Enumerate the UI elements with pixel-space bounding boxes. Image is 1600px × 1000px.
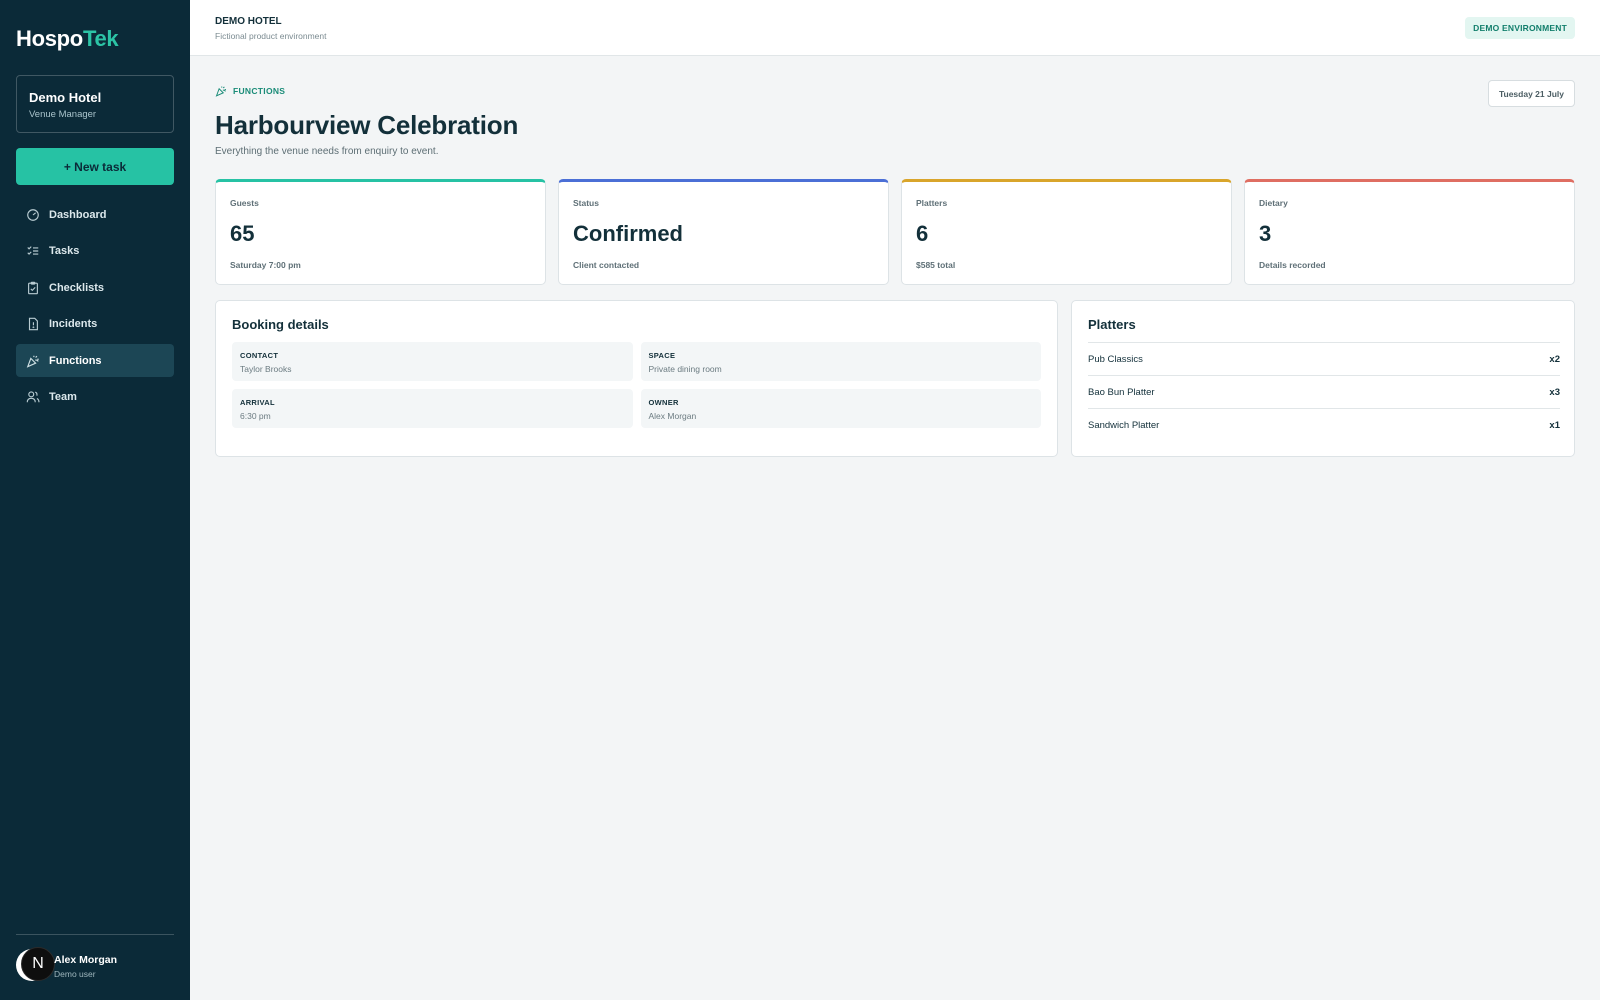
- header-subtitle: Fictional product environment: [215, 31, 327, 41]
- sidebar-item-functions[interactable]: Functions: [16, 344, 174, 377]
- detail-value: Private dining room: [648, 364, 722, 374]
- platter-list: Pub Classics x2 Bao Bun Platter x3 Sandw…: [1088, 342, 1560, 441]
- section-label: FUNCTIONS: [215, 85, 285, 97]
- page-title: Harbourview Celebration: [215, 110, 519, 140]
- user-profile[interactable]: N Alex Morgan Demo user: [16, 934, 174, 984]
- sidebar-item-label: Dashboard: [49, 208, 107, 221]
- platters-panel: Platters Pub Classics x2 Bao Bun Platter…: [1071, 300, 1575, 457]
- sidebar-item-dashboard[interactable]: Dashboard: [16, 198, 174, 231]
- sidebar-item-label: Incidents: [49, 318, 98, 330]
- venue-switcher[interactable]: Demo Hotel Venue Manager: [16, 75, 174, 133]
- venue-name: Demo Hotel: [29, 90, 102, 105]
- detail-key: CONTACT: [240, 351, 279, 360]
- new-task-button[interactable]: + New task: [16, 148, 174, 185]
- list-item: Pub Classics x2: [1088, 342, 1560, 375]
- platter-quantity: x3: [1549, 386, 1560, 398]
- brand-logo[interactable]: HospoTek: [16, 26, 119, 52]
- stat-label: Guests: [230, 198, 259, 208]
- environment-badge: DEMO ENVIRONMENT: [1465, 17, 1575, 39]
- sidebar-item-checklists[interactable]: Checklists: [16, 271, 174, 304]
- list-item: Sandwich Platter x1: [1088, 408, 1560, 441]
- detail-space: SPACE Private dining room: [640, 342, 1041, 381]
- list-item: Bao Bun Platter x3: [1088, 375, 1560, 408]
- stat-value: 3: [1259, 221, 1272, 246]
- booking-detail-grid: CONTACT Taylor Brooks SPACE Private dini…: [232, 342, 1041, 428]
- sidebar-item-label: Checklists: [49, 281, 105, 294]
- brand-name-part2: Tek: [82, 26, 119, 51]
- stat-card-platters: Platters 6 $585 total: [901, 179, 1232, 285]
- stat-card-dietary: Dietary 3 Details recorded: [1244, 179, 1575, 285]
- user-name: Alex Morgan: [54, 954, 118, 966]
- sidebar-item-incidents[interactable]: Incidents: [16, 308, 174, 341]
- stat-label: Platters: [916, 198, 948, 208]
- brand-name-part1: Hospo: [16, 26, 83, 51]
- avatar[interactable]: N: [21, 947, 55, 981]
- top-header: DEMO HOTEL Fictional product environment…: [190, 0, 1600, 56]
- stat-note: Client contacted: [573, 260, 640, 270]
- panel-title: Platters: [1088, 317, 1136, 332]
- stat-value: 6: [916, 221, 929, 246]
- venue-role: Venue Manager: [29, 109, 97, 120]
- sidebar-item-label: Tasks: [49, 245, 80, 257]
- stat-note: Saturday 7:00 pm: [230, 260, 301, 270]
- detail-value: Taylor Brooks: [240, 364, 292, 374]
- file-alert-icon: [28, 317, 38, 331]
- stat-cards: Guests 65 Saturday 7:00 pm Status Confir…: [215, 179, 1575, 285]
- detail-arrival: ARRIVAL 6:30 pm: [232, 389, 633, 428]
- detail-value: 6:30 pm: [240, 411, 271, 421]
- detail-key: SPACE: [648, 351, 676, 360]
- sidebar-item-team[interactable]: Team: [16, 381, 174, 414]
- user-subtitle: Demo user: [54, 969, 96, 979]
- stat-value: 65: [230, 221, 255, 246]
- stat-label: Dietary: [1259, 198, 1288, 208]
- detail-contact: CONTACT Taylor Brooks: [232, 342, 633, 381]
- platter-name: Sandwich Platter: [1088, 419, 1160, 431]
- sidebar-item-tasks[interactable]: Tasks: [16, 235, 174, 268]
- sidebar-item-label: Functions: [49, 354, 102, 367]
- detail-value: Alex Morgan: [648, 411, 697, 421]
- users-icon: [26, 391, 40, 403]
- stat-note: Details recorded: [1259, 260, 1326, 270]
- platter-quantity: x1: [1549, 419, 1560, 431]
- clipboard-check-icon: [28, 281, 38, 294]
- panel-title: Booking details: [232, 317, 329, 332]
- stat-note: $585 total: [916, 260, 956, 270]
- page-subtitle: Everything the venue needs from enquiry …: [215, 146, 439, 157]
- sidebar-nav: Dashboard Tasks Checklists Incidents Fun…: [16, 198, 174, 417]
- sidebar: HospoTek Demo Hotel Venue Manager + New …: [0, 0, 190, 1000]
- platter-name: Pub Classics: [1088, 353, 1143, 365]
- platter-quantity: x2: [1549, 353, 1560, 365]
- checklist-icon: [27, 246, 39, 255]
- stat-card-guests: Guests 65 Saturday 7:00 pm: [215, 179, 546, 285]
- gauge-icon: [27, 208, 39, 221]
- stat-value: Confirmed: [573, 221, 683, 246]
- party-popper-icon: [26, 355, 39, 368]
- date-chip[interactable]: Tuesday 21 July: [1487, 80, 1575, 107]
- sidebar-item-label: Team: [49, 391, 77, 403]
- booking-details-panel: Booking details CONTACT Taylor Brooks SP…: [215, 300, 1058, 457]
- stat-card-status: Status Confirmed Client contacted: [558, 179, 889, 285]
- platter-name: Bao Bun Platter: [1088, 386, 1155, 398]
- detail-key: ARRIVAL: [240, 398, 275, 407]
- header-title: DEMO HOTEL: [215, 16, 282, 27]
- section-label-text: FUNCTIONS: [233, 86, 286, 96]
- stat-label: Status: [573, 198, 599, 208]
- party-popper-icon: [215, 86, 226, 97]
- detail-key: OWNER: [648, 398, 679, 407]
- detail-owner: OWNER Alex Morgan: [640, 389, 1041, 428]
